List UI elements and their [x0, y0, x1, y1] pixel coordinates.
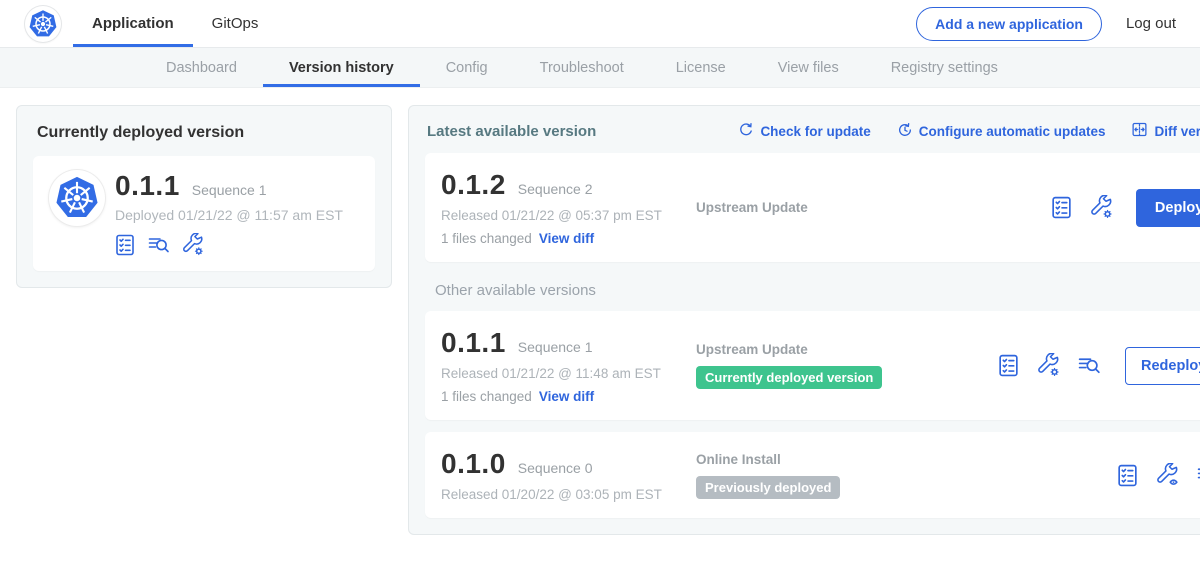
version-sequence: Sequence 1 [518, 339, 593, 355]
tab-gitops-label: GitOps [212, 15, 259, 32]
app-sub-nav: Dashboard Version history Config Trouble… [0, 48, 1200, 88]
previously-deployed-badge: Previously deployed [696, 476, 840, 499]
version-source-label: Upstream Update [696, 200, 996, 215]
tab-version-history-label: Version history [289, 60, 394, 76]
version-card-0-1-0: 0.1.0 Sequence 0 Released 01/20/22 @ 03:… [425, 432, 1200, 518]
files-changed-label: 1 files changed [441, 231, 532, 246]
tab-troubleshoot-label: Troubleshoot [540, 60, 624, 76]
tab-registry-settings[interactable]: Registry settings [865, 48, 1024, 87]
view-diff-link[interactable]: View diff [539, 231, 594, 246]
tab-dashboard[interactable]: Dashboard [140, 48, 263, 87]
version-released-timestamp: Released 01/20/22 @ 03:05 pm EST [441, 487, 696, 502]
version-actions-right: Deploy [996, 189, 1200, 227]
deployed-timestamp: Deployed 01/21/22 @ 11:57 am EST [115, 207, 343, 223]
redeploy-button[interactable]: Redeploy [1125, 347, 1200, 385]
app-tabs: Application GitOps [73, 0, 277, 47]
configure-automatic-updates-label: Configure automatic updates [919, 124, 1106, 139]
deployed-version-info: 0.1.1 Sequence 1 Deployed 01/21/22 @ 11:… [115, 170, 343, 257]
tab-view-files[interactable]: View files [752, 48, 865, 87]
tab-application[interactable]: Application [73, 0, 193, 47]
version-number: 0.1.2 [441, 169, 506, 201]
version-source: Online Install Previously deployed [696, 452, 996, 499]
currently-deployed-title: Currently deployed version [37, 124, 375, 142]
version-sequence: Sequence 0 [518, 460, 593, 476]
deployed-version-number: 0.1.1 [115, 170, 180, 202]
version-info: 0.1.0 Sequence 0 Released 01/20/22 @ 03:… [441, 448, 696, 502]
tab-application-label: Application [92, 15, 174, 32]
version-source-label: Upstream Update [696, 342, 996, 357]
edit-config-icon[interactable] [1036, 353, 1061, 378]
edit-config-icon[interactable] [181, 233, 205, 257]
view-config-icon[interactable] [1155, 463, 1180, 488]
check-for-update-label: Check for update [760, 124, 870, 139]
version-info: 0.1.2 Sequence 2 Released 01/21/22 @ 05:… [441, 169, 696, 246]
view-logs-icon[interactable] [146, 233, 172, 257]
refresh-icon [738, 122, 754, 141]
diff-versions-label: Diff versions [1154, 124, 1200, 139]
main-content: Currently deployed version [0, 88, 1200, 535]
release-notes-icon[interactable] [1115, 463, 1140, 488]
top-nav: Application GitOps Add a new application… [0, 0, 1200, 48]
currently-deployed-panel: Currently deployed version [16, 105, 392, 288]
deployed-sequence: Sequence 1 [192, 182, 267, 198]
kots-admin-console: Application GitOps Add a new application… [0, 0, 1200, 564]
tab-view-files-label: View files [778, 60, 839, 76]
tab-gitops[interactable]: GitOps [193, 0, 278, 47]
configure-automatic-updates-link[interactable]: Configure automatic updates [897, 122, 1106, 141]
deployed-version-card: 0.1.1 Sequence 1 Deployed 01/21/22 @ 11:… [33, 156, 375, 271]
version-history-panel: Latest available version Check for updat… [408, 105, 1200, 535]
diff-versions-link[interactable]: Diff versions [1131, 121, 1200, 141]
app-kubernetes-icon [49, 170, 105, 226]
version-actions-right: Redeploy [996, 347, 1200, 385]
version-source: Upstream Update [696, 200, 996, 215]
version-released-timestamp: Released 01/21/22 @ 05:37 pm EST [441, 208, 696, 223]
kubernetes-logo-icon [25, 6, 61, 42]
version-sequence: Sequence 2 [518, 181, 593, 197]
release-notes-icon[interactable] [996, 353, 1021, 378]
check-for-update-link[interactable]: Check for update [738, 122, 870, 141]
tab-config-label: Config [446, 60, 488, 76]
deploy-button[interactable]: Deploy [1136, 189, 1200, 227]
tab-license-label: License [676, 60, 726, 76]
tab-version-history[interactable]: Version history [263, 48, 420, 87]
version-card-0-1-1: 0.1.1 Sequence 1 Released 01/21/22 @ 11:… [425, 311, 1200, 420]
other-versions-title: Other available versions [435, 282, 1200, 299]
edit-config-icon[interactable] [1089, 195, 1114, 220]
view-logs-icon[interactable] [1076, 353, 1103, 378]
tab-troubleshoot[interactable]: Troubleshoot [514, 48, 650, 87]
version-card-0-1-2: 0.1.2 Sequence 2 Released 01/21/22 @ 05:… [425, 153, 1200, 262]
currently-deployed-badge: Currently deployed version [696, 366, 882, 389]
version-number: 0.1.1 [441, 327, 506, 359]
version-released-timestamp: Released 01/21/22 @ 11:48 am EST [441, 366, 696, 381]
version-source: Upstream Update Currently deployed versi… [696, 342, 996, 389]
top-nav-right: Add a new application Log out [916, 0, 1176, 47]
latest-version-title: Latest available version [427, 123, 596, 140]
latest-version-header: Latest available version Check for updat… [427, 121, 1200, 141]
schedule-update-icon [897, 122, 913, 141]
version-source-label: Online Install [696, 452, 996, 467]
view-logs-icon[interactable] [1195, 463, 1200, 488]
version-actions-right [996, 463, 1200, 488]
release-notes-icon[interactable] [1049, 195, 1074, 220]
version-number: 0.1.0 [441, 448, 506, 480]
add-application-button[interactable]: Add a new application [916, 7, 1102, 41]
tab-registry-settings-label: Registry settings [891, 60, 998, 76]
tab-config[interactable]: Config [420, 48, 514, 87]
view-diff-link[interactable]: View diff [539, 389, 594, 404]
version-info: 0.1.1 Sequence 1 Released 01/21/22 @ 11:… [441, 327, 696, 404]
tab-license[interactable]: License [650, 48, 752, 87]
diff-icon [1131, 121, 1148, 141]
version-actions: Check for update Configure automatic upd… [738, 121, 1200, 141]
files-changed-label: 1 files changed [441, 389, 532, 404]
tab-dashboard-label: Dashboard [166, 60, 237, 76]
release-notes-icon[interactable] [113, 233, 137, 257]
logout-button[interactable]: Log out [1126, 15, 1176, 32]
